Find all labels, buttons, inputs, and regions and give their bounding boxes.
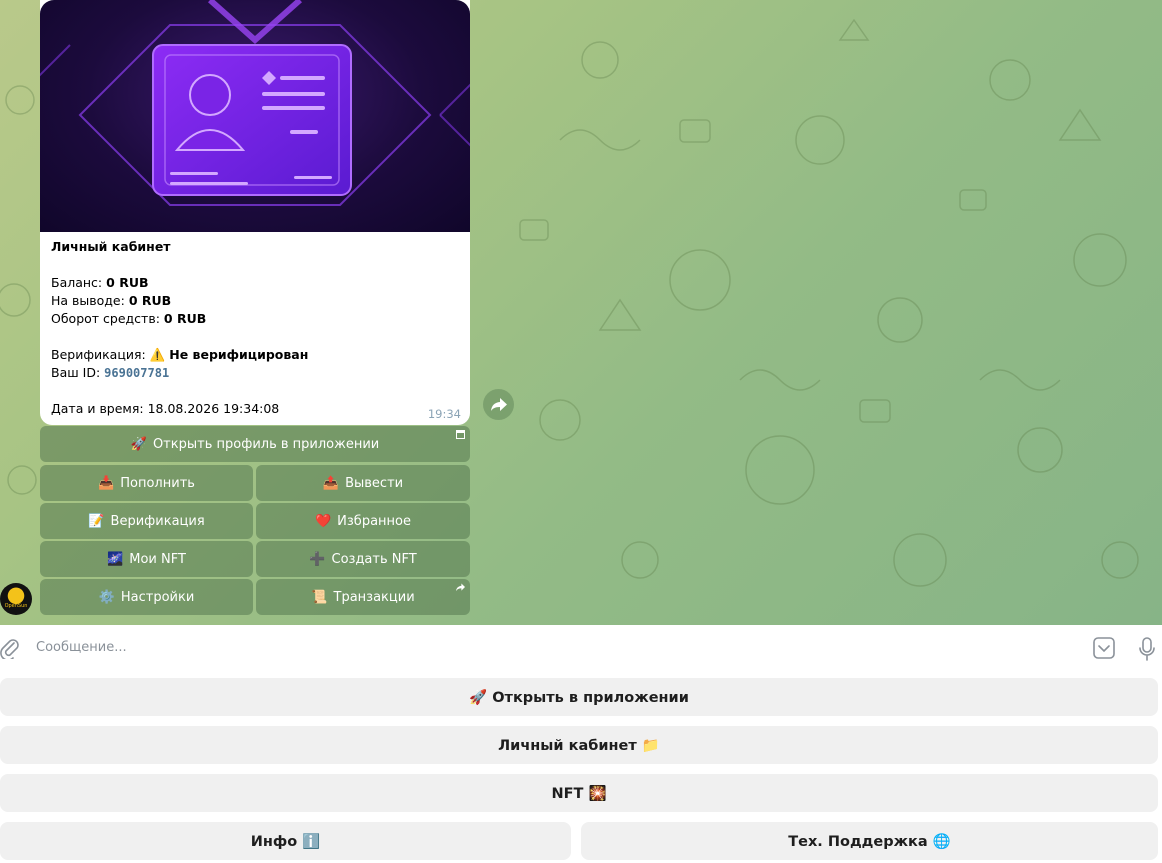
message-title: Личный кабинет (51, 239, 171, 254)
withdraw-button[interactable]: 📤 Вывести (256, 465, 470, 501)
memo-icon: 📝 (88, 513, 105, 529)
turnover-value: 0 RUB (163, 311, 207, 326)
info-button[interactable]: Инфо ℹ️ (0, 822, 571, 860)
rocket-icon: 🚀 (130, 436, 147, 452)
settings-label: Настройки (120, 589, 195, 605)
withdraw-btn-label: Вывести (345, 475, 404, 491)
profile-card-image (40, 0, 470, 232)
verification-label: Верификация: (51, 347, 146, 362)
forward-button[interactable] (483, 389, 514, 420)
datetime-value: 18.08.2026 19:34:08 (147, 401, 280, 416)
open-profile-label: Открыть профиль в приложении (152, 436, 380, 452)
nft-button[interactable]: NFT 🎇 (0, 774, 1158, 812)
bot-avatar[interactable]: OpenSun (0, 583, 32, 615)
gear-icon: ⚙️ (98, 589, 115, 605)
my-nft-label: Мои NFT (129, 551, 186, 567)
deposit-button[interactable]: 📥 Пополнить (40, 465, 253, 501)
open-profile-in-app-button[interactable]: 🚀 Открыть профиль в приложении (40, 426, 470, 462)
outbox-icon: 📤 (322, 475, 340, 491)
datetime-label: Дата и время: (51, 401, 144, 416)
scroll-icon: 📜 (311, 589, 328, 605)
verification-value: Не верифицирован (169, 347, 309, 362)
web-app-icon (456, 430, 465, 439)
message-input-bar: Сообщение... (0, 625, 1162, 673)
settings-button[interactable]: ⚙️ Настройки (40, 579, 253, 615)
favorites-button[interactable]: ❤️ Избранное (256, 503, 470, 539)
milky-way-icon: 🌌 (107, 551, 124, 567)
avatar-text: OpenSun (4, 603, 28, 609)
id-label: Ваш ID: (51, 365, 101, 380)
favorites-label: Избранное (337, 513, 411, 529)
open-in-app-button[interactable]: 🚀 Открыть в приложении (0, 678, 1158, 716)
personal-cabinet-button[interactable]: Личный кабинет 📁 (0, 726, 1158, 764)
warning-icon: ⚠️ (149, 347, 166, 362)
balance-label: Баланс: (51, 275, 103, 290)
balance-value: 0 RUB (106, 275, 149, 290)
message-bubble: Личный кабинет Баланс: 0 RUB На выводе: … (40, 0, 470, 425)
plus-icon: ➕ (309, 551, 326, 567)
switch-inline-icon (456, 583, 465, 592)
microphone-icon[interactable] (1138, 637, 1156, 661)
keyboard-toggle-icon[interactable] (1093, 637, 1115, 659)
create-nft-button[interactable]: ➕ Создать NFT (256, 541, 470, 577)
chat-area: Личный кабинет Баланс: 0 RUB На выводе: … (0, 0, 1162, 625)
withdraw-label: На выводе: (51, 293, 125, 308)
transactions-button[interactable]: 📜 Транзакции (256, 579, 470, 615)
message-text: Личный кабинет Баланс: 0 RUB На выводе: … (51, 238, 461, 418)
withdraw-value: 0 RUB (128, 293, 172, 308)
heart-icon: ❤️ (314, 513, 332, 529)
create-nft-label: Создать NFT (331, 551, 417, 567)
turnover-label: Оборот средств: (51, 311, 160, 326)
id-card-illustration (40, 0, 470, 206)
user-id[interactable]: 969007781 (104, 366, 169, 380)
message-input[interactable]: Сообщение... (36, 640, 127, 655)
support-button[interactable]: Тех. Поддержка 🌐 (581, 822, 1158, 860)
verification-btn-label: Верификация (110, 513, 205, 529)
deposit-label: Пополнить (120, 475, 195, 491)
verification-button[interactable]: 📝 Верификация (40, 503, 253, 539)
attach-icon[interactable] (0, 637, 20, 659)
transactions-label: Транзакции (333, 589, 415, 605)
message-time: 19:34 (427, 407, 461, 421)
forward-icon (490, 397, 507, 411)
my-nft-button[interactable]: 🌌 Мои NFT (40, 541, 253, 577)
inbox-icon: 📥 (98, 475, 115, 491)
